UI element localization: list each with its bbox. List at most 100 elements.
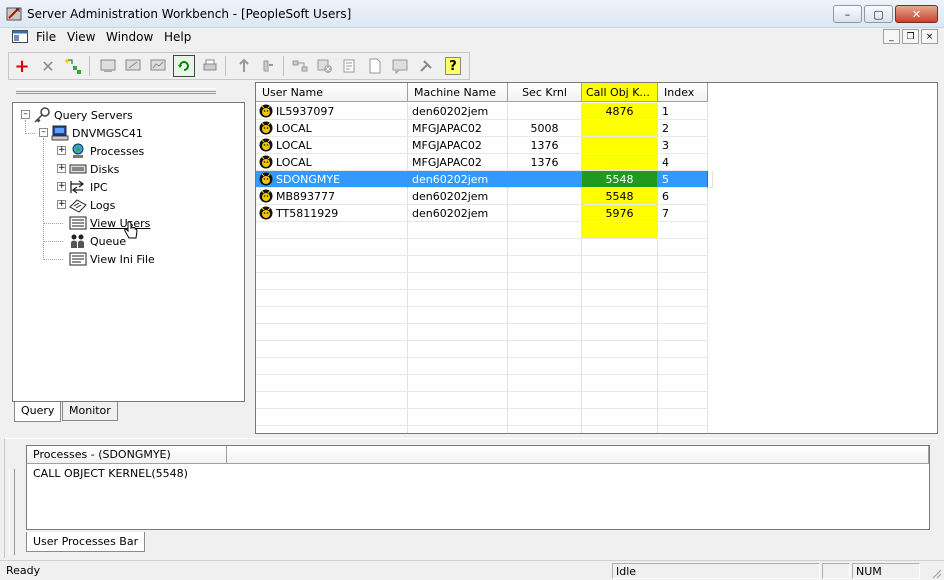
cell-sec: 5008 xyxy=(508,120,582,137)
empty-cell xyxy=(408,239,508,256)
tab-user-processes-bar[interactable]: User Processes Bar xyxy=(26,532,146,552)
tree-item-logs[interactable]: + Logs xyxy=(57,197,116,213)
table-row[interactable]: MB893777 den60202jem 5548 6 xyxy=(256,188,937,205)
tree-item-label: IPC xyxy=(90,180,108,194)
tree-item-processes[interactable]: + Processes xyxy=(57,143,144,159)
empty-cell xyxy=(256,324,408,341)
edit-icon[interactable] xyxy=(339,55,361,77)
empty-row xyxy=(256,239,937,256)
empty-cell xyxy=(256,290,408,307)
status-idle: Idle xyxy=(612,563,820,579)
table-row[interactable]: LOCAL MFGJAPAC02 1376 4 xyxy=(256,154,937,171)
tree-item-ipc[interactable]: + IPC xyxy=(57,179,108,195)
mdi-close-button[interactable]: × xyxy=(921,29,938,44)
chart-icon[interactable] xyxy=(147,55,169,77)
maximize-button[interactable]: ▢ xyxy=(864,5,893,23)
empty-cell xyxy=(658,222,708,239)
column-sec-krnl[interactable]: Sec Krnl xyxy=(508,83,582,102)
expand-icon[interactable]: + xyxy=(57,182,66,191)
collapse-icon[interactable]: – xyxy=(21,110,30,119)
tools-icon[interactable] xyxy=(415,55,437,77)
cell-text: 7 xyxy=(662,207,669,220)
empty-cell xyxy=(658,341,708,358)
server-tree: – Query Servers – DNVMGSC41 + Processes … xyxy=(12,102,245,402)
users-grid: User Name Machine Name Sec Krnl Call Obj… xyxy=(255,82,938,434)
tree-item-disks[interactable]: + Disks xyxy=(57,161,119,177)
empty-cell xyxy=(508,426,582,433)
menu-file[interactable]: File xyxy=(36,30,56,44)
mdi-minimize-button[interactable]: _ xyxy=(883,29,900,44)
tab-monitor[interactable]: Monitor xyxy=(62,402,118,421)
maximize-icon: ▢ xyxy=(873,7,884,21)
table-row[interactable]: LOCAL MFGJAPAC02 5008 2 xyxy=(256,120,937,137)
tree-item-view-ini-file[interactable]: View Ini File xyxy=(43,251,155,267)
empty-cell xyxy=(658,409,708,426)
table-row[interactable]: IL5937097 den60202jem 4876 1 xyxy=(256,103,937,120)
empty-cell xyxy=(582,375,658,392)
help-icon[interactable]: ? xyxy=(445,57,461,75)
resize-grip-icon[interactable] xyxy=(930,567,942,579)
table-row[interactable]: TT5811929 den60202jem 5976 7 xyxy=(256,205,937,222)
server-icon[interactable] xyxy=(97,55,119,77)
column-user-name[interactable]: User Name xyxy=(256,83,408,102)
expand-icon[interactable]: + xyxy=(57,164,66,173)
delete-icon[interactable]: ✕ xyxy=(37,55,59,77)
tree-wizard-icon[interactable] xyxy=(63,55,85,77)
expand-icon[interactable]: + xyxy=(57,200,66,209)
new-document-icon[interactable] xyxy=(364,55,386,77)
collapse-icon[interactable]: – xyxy=(39,128,48,137)
connect-icon[interactable] xyxy=(233,55,255,77)
empty-row xyxy=(256,426,937,433)
cell-text: 5548 xyxy=(605,190,634,203)
menu-help[interactable]: Help xyxy=(164,30,191,44)
tree-item-queue[interactable]: Queue xyxy=(43,233,126,249)
column-machine-name[interactable]: Machine Name xyxy=(408,83,508,102)
column-icon[interactable] xyxy=(258,55,280,77)
tree-server[interactable]: – DNVMGSC41 xyxy=(39,125,143,141)
processes-header-empty xyxy=(227,446,929,464)
empty-row xyxy=(256,273,937,290)
comment-icon[interactable] xyxy=(389,55,411,77)
mdi-restore-button[interactable]: ❐ xyxy=(902,29,919,44)
print-icon[interactable] xyxy=(199,55,221,77)
monitor-icon[interactable] xyxy=(122,55,144,77)
empty-cell xyxy=(256,222,408,239)
menu-window[interactable]: Window xyxy=(106,30,153,44)
process-item[interactable]: CALL OBJECT KERNEL(5548) xyxy=(33,467,188,480)
expand-icon[interactable]: + xyxy=(57,146,66,155)
tree-item-label: Logs xyxy=(90,198,116,212)
column-call-obj-k[interactable]: Call Obj K... xyxy=(582,83,658,102)
empty-row xyxy=(256,392,937,409)
pane-grip[interactable] xyxy=(9,469,15,555)
empty-cell xyxy=(508,256,582,273)
column-index[interactable]: Index xyxy=(658,83,708,102)
user-icon xyxy=(259,155,273,169)
tree-root[interactable]: – Query Servers xyxy=(21,107,133,123)
tab-query[interactable]: Query xyxy=(14,402,62,422)
pane-grip[interactable] xyxy=(16,88,216,94)
tree-line xyxy=(43,223,63,224)
empty-cell xyxy=(582,358,658,375)
menu-view[interactable]: View xyxy=(67,30,95,44)
close-button[interactable]: ✕ xyxy=(895,5,938,23)
empty-cell xyxy=(408,307,508,324)
empty-cell xyxy=(508,358,582,375)
processes-header[interactable]: Processes - (SDONGMYE) xyxy=(27,446,227,464)
stop-icon[interactable] xyxy=(314,55,336,77)
computer-icon xyxy=(51,125,69,141)
table-row[interactable]: LOCAL MFGJAPAC02 1376 3 xyxy=(256,137,937,154)
status-num: NUM xyxy=(852,563,920,579)
table-row[interactable]: SDONGMYE den60202jem 5548 5 xyxy=(256,171,937,188)
empty-row xyxy=(256,375,937,392)
minimize-button[interactable]: – xyxy=(833,5,862,23)
document-icon[interactable] xyxy=(12,30,28,43)
refresh-icon[interactable] xyxy=(173,55,195,77)
user-icon xyxy=(259,206,273,220)
cell-text: den60202jem xyxy=(412,173,489,186)
cell-call: 5548 xyxy=(582,171,658,188)
empty-cell xyxy=(582,273,658,290)
network-icon[interactable] xyxy=(289,55,311,77)
cell-machine: MFGJAPAC02 xyxy=(408,120,508,137)
add-icon[interactable]: + xyxy=(11,55,33,77)
user-icon xyxy=(259,104,273,118)
